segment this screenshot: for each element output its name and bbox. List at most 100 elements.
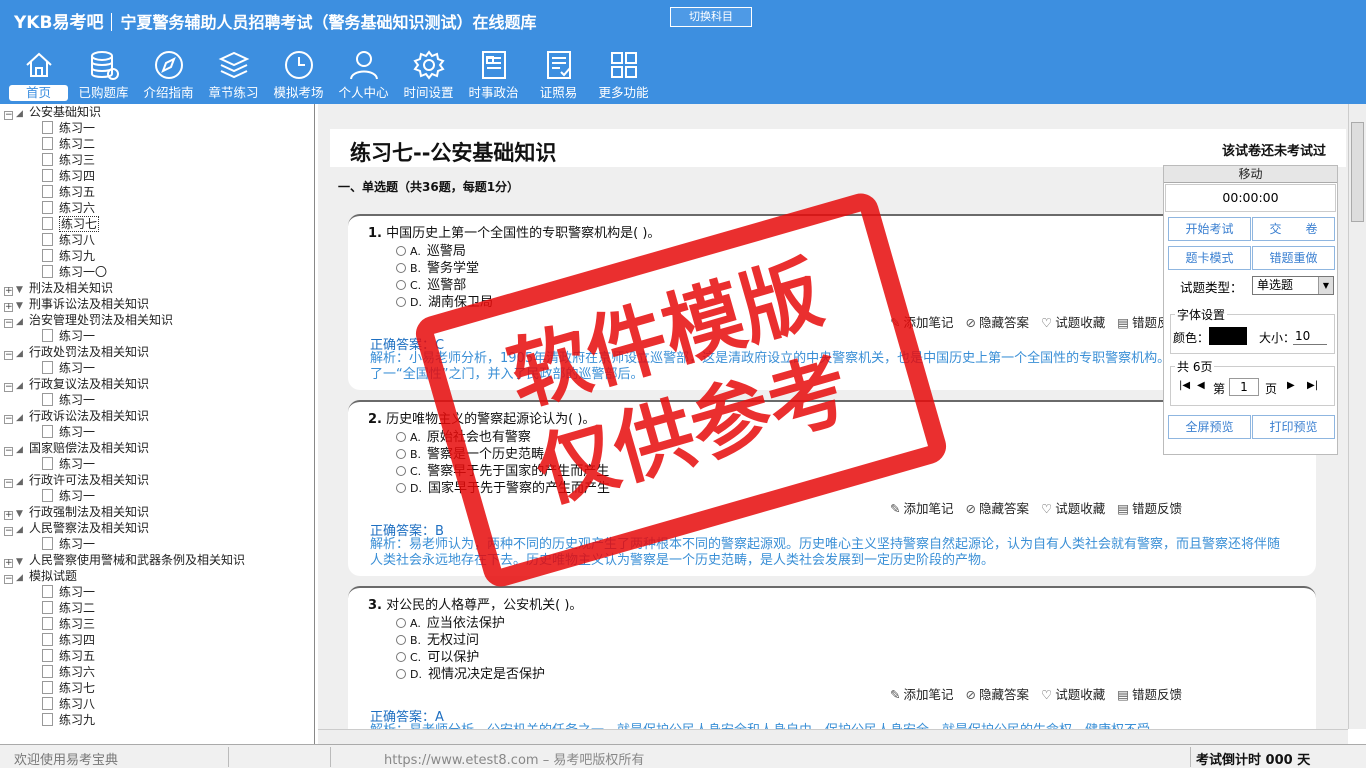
tree-leaf[interactable]: 练习一 [0, 424, 314, 440]
tree-leaf[interactable]: 练习一 [0, 392, 314, 408]
favorite-button[interactable]: ♡ 试题收藏 [1041, 315, 1105, 330]
tree-leaf[interactable]: 练习一 [0, 456, 314, 472]
tree-leaf[interactable]: 练习一 [0, 328, 314, 344]
expand-icon[interactable]: + [4, 287, 13, 296]
nav-item-8[interactable]: 证照易 [526, 46, 591, 102]
radio-icon[interactable] [396, 280, 406, 290]
tree-leaf[interactable]: 练习七 [0, 680, 314, 696]
tree-leaf[interactable]: 练习一 [0, 536, 314, 552]
tree-leaf[interactable]: 练习六 [0, 664, 314, 680]
tree-node[interactable]: − ◢ 行政诉讼法及相关知识 [0, 408, 314, 424]
nav-item-9[interactable]: 更多功能 [591, 46, 656, 102]
submit-button[interactable]: 交 卷 [1252, 217, 1335, 241]
radio-icon[interactable] [396, 669, 406, 679]
print-preview-button[interactable]: 打印预览 [1252, 415, 1335, 439]
tree-node[interactable]: + ▼ 行政强制法及相关知识 [0, 504, 314, 520]
nav-item-7[interactable]: 时事政治 [461, 46, 526, 102]
tree-node[interactable]: − ◢ 行政许可法及相关知识 [0, 472, 314, 488]
collapse-icon[interactable]: − [4, 575, 13, 584]
tree-leaf[interactable]: 练习六 [0, 200, 314, 216]
tree-node[interactable]: − ◢ 公安基础知识 [0, 104, 314, 120]
fullscreen-preview-button[interactable]: 全屏预览 [1168, 415, 1251, 439]
hide-answer-button[interactable]: ⊘ 隐藏答案 [966, 501, 1030, 516]
first-page-icon[interactable]: |◀ [1179, 380, 1190, 391]
radio-icon[interactable] [396, 449, 406, 459]
vertical-scrollbar[interactable] [1348, 104, 1366, 729]
tree-node[interactable]: − ◢ 治安管理处罚法及相关知识 [0, 312, 314, 328]
collapse-icon[interactable]: − [4, 351, 13, 360]
collapse-icon[interactable]: − [4, 527, 13, 536]
scroll-thumb[interactable] [1351, 122, 1364, 222]
tree-leaf[interactable]: 练习四 [0, 632, 314, 648]
favorite-button[interactable]: ♡ 试题收藏 [1041, 687, 1105, 702]
tree-node[interactable]: − ◢ 行政复议法及相关知识 [0, 376, 314, 392]
tree-node[interactable]: + ▼ 刑事诉讼法及相关知识 [0, 296, 314, 312]
nav-item-6[interactable]: 时间设置 [396, 46, 461, 102]
tree-leaf[interactable]: 练习九 [0, 712, 314, 728]
card-mode-button[interactable]: 题卡模式 [1168, 246, 1251, 270]
nav-item-3[interactable]: 章节练习 [201, 46, 266, 102]
tree-leaf[interactable]: 练习四 [0, 168, 314, 184]
collapse-icon[interactable]: − [4, 319, 13, 328]
answer-option[interactable]: D. 湖南保卫局 [396, 291, 493, 310]
add-note-button[interactable]: ✎ 添加笔记 [890, 315, 954, 330]
tree-leaf[interactable]: 练习五 [0, 184, 314, 200]
tree-leaf[interactable]: 练习二 [0, 600, 314, 616]
tree-leaf[interactable]: 练习一 [0, 584, 314, 600]
nav-item-1[interactable]: 已购题库 [71, 46, 136, 102]
tree-leaf[interactable]: 练习三 [0, 616, 314, 632]
tree-leaf[interactable]: 练习三 [0, 152, 314, 168]
question-type-select[interactable]: 单选题 ▼ [1252, 276, 1334, 295]
collapse-icon[interactable]: − [4, 415, 13, 424]
tree-node[interactable]: + ▼ 刑法及相关知识 [0, 280, 314, 296]
prev-page-icon[interactable]: ◀ [1197, 380, 1205, 391]
expand-icon[interactable]: + [4, 511, 13, 520]
tree-leaf[interactable]: 练习八 [0, 232, 314, 248]
collapse-icon[interactable]: − [4, 111, 13, 120]
tree-leaf[interactable]: 练习一 [0, 120, 314, 136]
add-note-button[interactable]: ✎ 添加笔记 [890, 501, 954, 516]
expand-icon[interactable]: + [4, 559, 13, 568]
answer-option[interactable]: D. 视情况决定是否保护 [396, 663, 545, 682]
font-size-input[interactable]: 10 [1293, 327, 1327, 345]
nav-item-2[interactable]: 介绍指南 [136, 46, 201, 102]
tree-leaf[interactable]: 练习一〇 [0, 264, 314, 280]
feedback-button[interactable]: ▤ 错题反馈 [1117, 501, 1182, 516]
next-page-icon[interactable]: ▶ [1287, 380, 1295, 391]
move-handle[interactable]: 移动 [1164, 166, 1337, 183]
radio-icon[interactable] [396, 466, 406, 476]
hide-answer-button[interactable]: ⊘ 隐藏答案 [966, 687, 1030, 702]
redo-wrong-button[interactable]: 错题重做 [1252, 246, 1335, 270]
collapse-icon[interactable]: − [4, 479, 13, 488]
horizontal-scrollbar[interactable] [318, 729, 1348, 744]
last-page-icon[interactable]: ▶| [1307, 380, 1318, 391]
radio-icon[interactable] [396, 483, 406, 493]
collapse-icon[interactable]: − [4, 447, 13, 456]
tree-node[interactable]: − ◢ 人民警察法及相关知识 [0, 520, 314, 536]
nav-item-0[interactable]: 首页 [6, 46, 71, 102]
tree-leaf[interactable]: 练习五 [0, 648, 314, 664]
answer-option[interactable]: D. 国家早于先于警察的产生而产生 [396, 477, 610, 496]
feedback-button[interactable]: ▤ 错题反馈 [1117, 687, 1182, 702]
start-exam-button[interactable]: 开始考试 [1168, 217, 1251, 241]
tree-leaf[interactable]: 练习二 [0, 136, 314, 152]
nav-item-5[interactable]: 个人中心 [331, 46, 396, 102]
hide-answer-button[interactable]: ⊘ 隐藏答案 [966, 315, 1030, 330]
radio-icon[interactable] [396, 652, 406, 662]
collapse-icon[interactable]: − [4, 383, 13, 392]
tree-node[interactable]: − ◢ 国家赔偿法及相关知识 [0, 440, 314, 456]
nav-item-4[interactable]: 模拟考场 [266, 46, 331, 102]
favorite-button[interactable]: ♡ 试题收藏 [1041, 501, 1105, 516]
switch-subject-button[interactable]: 切换科目 [670, 7, 752, 27]
tree-leaf[interactable]: 练习九 [0, 248, 314, 264]
page-input[interactable]: 1 [1229, 378, 1259, 396]
radio-icon[interactable] [396, 246, 406, 256]
radio-icon[interactable] [396, 618, 406, 628]
tree-leaf[interactable]: 练习八 [0, 696, 314, 712]
tree-node[interactable]: + ▼ 人民警察使用警械和武器条例及相关知识 [0, 552, 314, 568]
tree-node[interactable]: − ◢ 模拟试题 [0, 568, 314, 584]
radio-icon[interactable] [396, 263, 406, 273]
radio-icon[interactable] [396, 297, 406, 307]
font-color-swatch[interactable] [1209, 327, 1247, 345]
tree-node[interactable]: − ◢ 行政处罚法及相关知识 [0, 344, 314, 360]
